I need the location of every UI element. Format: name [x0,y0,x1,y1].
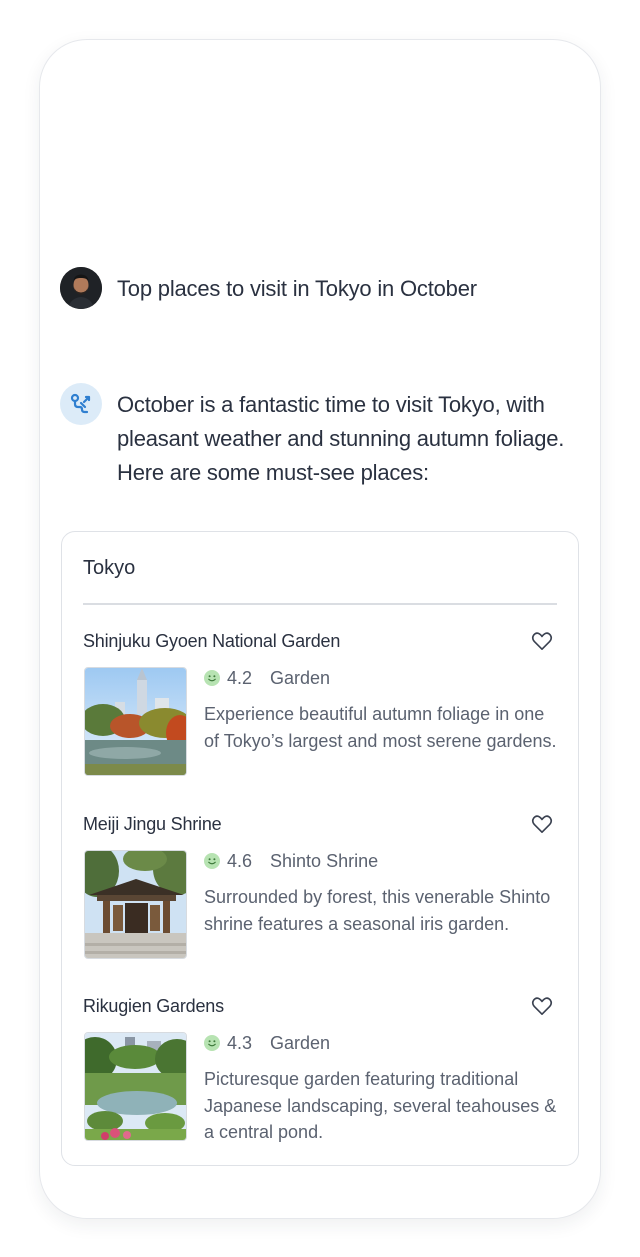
place-photo[interactable] [84,850,187,959]
heart-outline-icon[interactable] [531,631,553,651]
place-rating: 4.6 [227,850,253,871]
place-item[interactable]: Rikugien Gardens 4.3 Garden Picturesque … [83,996,557,1166]
user-avatar [60,267,102,309]
assistant-message: October is a fantastic time to visit Tok… [60,383,580,490]
place-meta: 4.6 Shinto Shrine [204,850,378,872]
heart-outline-icon[interactable] [531,996,553,1016]
place-meta: 4.3 Garden [204,1032,330,1054]
card-title: Tokyo [83,557,136,579]
user-message: Top places to visit in Tokyo in October [60,267,580,309]
place-photo[interactable] [84,1032,187,1141]
place-meta: 4.2 Garden [204,667,330,689]
place-category: Shinto Shrine [270,850,379,871]
user-message-text: Top places to visit in Tokyo in October [117,276,477,301]
place-description: Experience beautiful autumn foliage in o… [204,704,557,751]
place-rating: 4.3 [227,1032,253,1053]
smile-rating-icon [204,1035,220,1051]
place-category: Garden [270,667,331,688]
place-name[interactable]: Rikugien Gardens [83,996,224,1016]
smile-rating-icon [204,853,220,869]
place-name[interactable]: Shinjuku Gyoen National Garden [83,631,340,651]
heart-outline-icon[interactable] [531,814,553,834]
place-item[interactable]: Shinjuku Gyoen National Garden 4.2 Garde… [83,631,557,801]
card-divider [83,603,557,605]
assistant-message-text: October is a fantastic time to visit Tok… [117,392,565,485]
place-description: Surrounded by forest, this venerable Shi… [204,887,551,934]
place-name[interactable]: Meiji Jingu Shrine [83,814,222,834]
places-card: Tokyo Shinjuku Gyoen National Garden 4.2… [61,531,579,1166]
place-description: Picturesque garden featuring traditional… [204,1069,557,1142]
place-item[interactable]: Meiji Jingu Shrine 4.6 Shinto Shrine Sur… [83,814,557,984]
place-photo[interactable] [84,667,187,776]
place-category: Garden [270,1032,331,1053]
route-icon [70,393,91,414]
place-rating: 4.2 [227,667,253,688]
assistant-avatar [60,383,102,425]
smile-rating-icon [204,670,220,686]
